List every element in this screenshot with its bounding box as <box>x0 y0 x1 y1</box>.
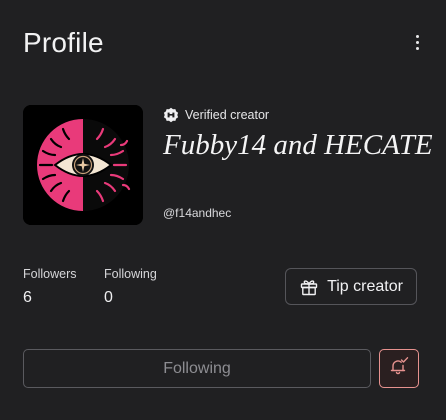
eye-artwork-icon <box>23 105 143 225</box>
followers-stat[interactable]: Followers 6 <box>23 266 77 308</box>
bell-check-icon <box>388 355 410 382</box>
following-count: 0 <box>104 289 113 306</box>
following-stat[interactable]: Following 0 <box>104 266 157 308</box>
verified-badge-icon <box>163 107 179 123</box>
more-vertical-icon-dot <box>415 41 419 44</box>
gift-icon <box>299 277 319 297</box>
avatar[interactable] <box>23 105 143 225</box>
tip-creator-button[interactable]: Tip creator <box>285 268 417 305</box>
followers-count: 6 <box>23 289 32 306</box>
verified-creator-badge: Verified creator <box>163 106 269 124</box>
creator-handle: @f14andhec <box>163 206 232 220</box>
verified-label: Verified creator <box>185 108 270 122</box>
more-vertical-icon <box>415 35 419 38</box>
notification-bell-button[interactable] <box>379 349 419 388</box>
page-title: Profile <box>23 27 104 58</box>
more-options-button[interactable] <box>410 35 424 50</box>
creator-display-name: Fubby14 and HECATE <box>163 129 433 161</box>
following-button[interactable]: Following <box>23 349 371 388</box>
followers-label: Followers <box>23 267 77 281</box>
following-button-label: Following <box>163 359 231 377</box>
following-label: Following <box>104 267 157 281</box>
more-vertical-icon-dot <box>415 47 419 50</box>
tip-creator-label: Tip creator <box>327 277 403 295</box>
